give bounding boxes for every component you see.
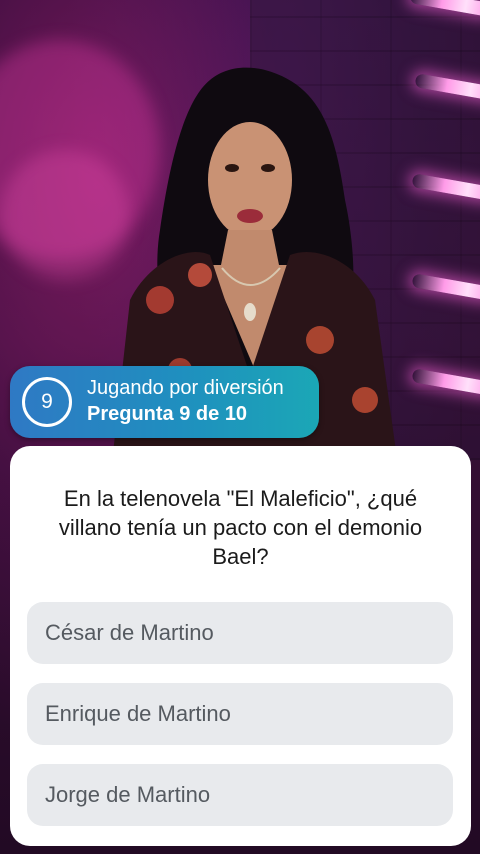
question-card: En la telenovela "El Maleficio", ¿qué vi…	[10, 446, 471, 846]
status-text-group: Jugando por diversión Pregunta 9 de 10	[87, 376, 284, 428]
answer-option-3[interactable]: Jorge de Martino	[27, 764, 453, 826]
question-progress-label: Pregunta 9 de 10	[87, 403, 248, 425]
question-number-badge: 9	[22, 377, 72, 427]
answer-option-2[interactable]: Enrique de Martino	[27, 683, 453, 745]
question-number: 9	[41, 390, 53, 413]
game-mode-label: Jugando por diversión	[87, 377, 284, 399]
quiz-screen: 9 Jugando por diversión Pregunta 9 de 10…	[0, 0, 480, 854]
answer-option-1[interactable]: César de Martino	[27, 602, 453, 664]
answer-option-label: Enrique de Martino	[45, 701, 231, 726]
answer-option-label: Jorge de Martino	[45, 782, 211, 807]
game-status-pill: 9 Jugando por diversión Pregunta 9 de 10	[10, 366, 319, 438]
question-text: En la telenovela "El Maleficio", ¿qué vi…	[58, 486, 423, 569]
answer-option-label: César de Martino	[45, 620, 214, 645]
